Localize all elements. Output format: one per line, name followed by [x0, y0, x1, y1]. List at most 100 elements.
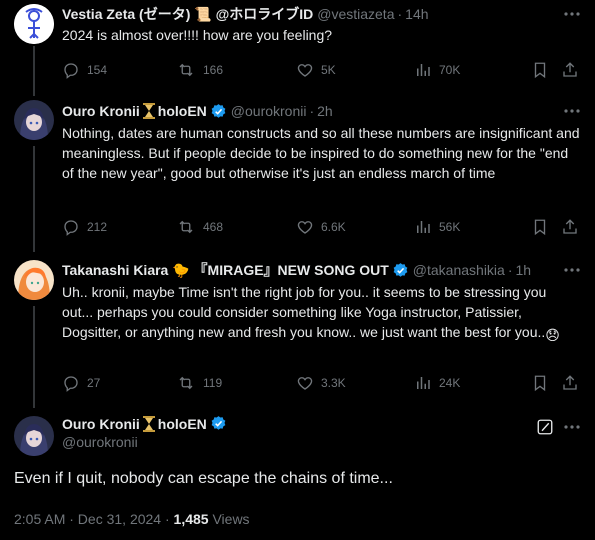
- separator-dot: ·: [397, 6, 403, 22]
- timestamp[interactable]: 14h: [405, 6, 428, 22]
- share-icon: [563, 62, 577, 77]
- heart-icon: [297, 221, 313, 234]
- tweet-header: Vestia Zeta (ゼータ) 📜 @ホロライブID @vestiazeta…: [62, 4, 555, 24]
- tweet-text: Uh.. kronii, maybe Time isn't the right …: [62, 282, 581, 345]
- more-options-icon[interactable]: [563, 5, 581, 23]
- thread-line: [33, 46, 35, 96]
- bookmark-icon: [534, 219, 546, 236]
- timestamp[interactable]: 2:05 AM · Dec 31, 2024 ·: [14, 511, 174, 527]
- main-tweet-text: Even if I quit, nobody can escape the ch…: [14, 470, 393, 487]
- verified-badge-icon: [210, 415, 227, 432]
- repost-count: 119: [203, 376, 223, 390]
- main-display-name-row[interactable]: Ouro Kronii holoEN: [62, 415, 227, 432]
- like-button[interactable]: 3.3K: [296, 373, 346, 393]
- hourglass-icon: [142, 415, 156, 432]
- views-icon: [417, 64, 430, 76]
- thread-line: [33, 306, 35, 408]
- like-count: 6.6K: [321, 220, 346, 234]
- thread-line: [33, 146, 35, 252]
- repost-button[interactable]: 468: [176, 217, 223, 237]
- separator-dot: ·: [309, 103, 315, 119]
- repost-icon: [179, 220, 193, 234]
- hourglass-icon: [142, 103, 156, 119]
- tweet-meta: 2:05 AM · Dec 31, 2024 · 1,485 Views: [14, 511, 250, 527]
- reply-icon: [64, 376, 78, 392]
- action-bar: 212 468 6.6K 56K: [62, 217, 581, 237]
- more-options-icon[interactable]: [563, 261, 581, 279]
- display-name-suffix: holoEN: [157, 103, 207, 119]
- views-count: 24K: [439, 376, 461, 390]
- views-button[interactable]: 70K: [414, 60, 460, 80]
- avatar-kronii[interactable]: [14, 100, 54, 140]
- views-count: 1,485: [173, 511, 209, 527]
- like-button[interactable]: 6.6K: [296, 217, 346, 237]
- verified-badge-icon: [210, 103, 227, 120]
- avatar-vestia[interactable]: [14, 4, 54, 44]
- timestamp[interactable]: 1h: [516, 262, 532, 278]
- display-name[interactable]: Vestia Zeta (ゼータ) 📜 @ホロライブID: [62, 4, 313, 24]
- tweet-text: Nothing, dates are human constructs and …: [62, 125, 580, 181]
- display-name[interactable]: Ouro Kronii: [62, 416, 140, 432]
- bookmark-button[interactable]: [531, 60, 549, 80]
- like-count: 3.3K: [321, 376, 346, 390]
- reply-icon: [64, 63, 78, 79]
- repost-icon: [179, 376, 193, 390]
- thread: Vestia Zeta (ゼータ) 📜 @ホロライブID @vestiazeta…: [0, 0, 595, 540]
- views-icon: [417, 221, 430, 233]
- views-label: Views: [208, 511, 250, 527]
- display-name[interactable]: Ouro Kronii: [62, 103, 140, 119]
- action-bar: 154 166 5K 70K: [62, 60, 581, 80]
- handle[interactable]: @takanashikia: [413, 262, 505, 278]
- main-tweet-header: Ouro Kronii holoEN @ourokronii: [62, 415, 227, 450]
- avatar-kiara[interactable]: [14, 260, 54, 300]
- bookmark-icon: [534, 62, 546, 79]
- views-icon: [417, 377, 430, 389]
- disappointed-face-emoji: 😞: [545, 327, 560, 343]
- handle[interactable]: @ourokronii: [62, 434, 227, 450]
- grok-icon[interactable]: [536, 418, 554, 436]
- display-name[interactable]: Takanashi Kiara 🐤 『MIRAGE』NEW SONG OUT: [62, 260, 389, 280]
- handle[interactable]: @vestiazeta: [317, 6, 394, 22]
- like-button[interactable]: 5K: [296, 60, 336, 80]
- tweet-header: Takanashi Kiara 🐤 『MIRAGE』NEW SONG OUT @…: [62, 260, 555, 280]
- share-icon: [563, 375, 577, 390]
- heart-icon: [297, 64, 313, 77]
- timestamp[interactable]: 2h: [317, 103, 333, 119]
- heart-icon: [297, 377, 313, 390]
- tweet-text-content: Uh.. kronii, maybe Time isn't the right …: [62, 284, 547, 340]
- tweet-text: 2024 is almost over!!!! how are you feel…: [62, 27, 333, 43]
- reply-button[interactable]: 154: [62, 60, 107, 80]
- views-count: 70K: [439, 63, 461, 77]
- reply-count: 212: [87, 220, 108, 234]
- repost-count: 166: [203, 63, 224, 77]
- repost-button[interactable]: 119: [176, 373, 222, 393]
- reply-count: 27: [87, 376, 101, 390]
- views-button[interactable]: 56K: [414, 217, 460, 237]
- bookmark-icon: [534, 375, 546, 392]
- share-icon: [563, 219, 577, 234]
- avatar-kronii-main[interactable]: [14, 416, 54, 456]
- separator-dot: ·: [507, 262, 513, 278]
- share-button[interactable]: [561, 217, 579, 237]
- more-options-icon[interactable]: [563, 418, 581, 436]
- views-count: 56K: [439, 220, 461, 234]
- reply-icon: [64, 220, 78, 236]
- views-button[interactable]: 24K: [414, 373, 460, 393]
- repost-button[interactable]: 166: [176, 60, 223, 80]
- reply-button[interactable]: 27: [62, 373, 100, 393]
- repost-icon: [179, 63, 193, 77]
- share-button[interactable]: [561, 373, 579, 393]
- share-button[interactable]: [561, 60, 579, 80]
- verified-badge-icon: [392, 262, 409, 279]
- display-name-suffix: holoEN: [157, 415, 207, 432]
- reply-button[interactable]: 212: [62, 217, 107, 237]
- bookmark-button[interactable]: [531, 217, 549, 237]
- handle[interactable]: @ourokronii: [231, 103, 307, 119]
- more-options-icon[interactable]: [563, 102, 581, 120]
- repost-count: 468: [203, 220, 224, 234]
- tweet-header: Ouro Kronii holoEN @ourokronii · 2h: [62, 101, 555, 121]
- bookmark-button[interactable]: [531, 373, 549, 393]
- reply-count: 154: [87, 63, 108, 77]
- like-count: 5K: [321, 63, 336, 77]
- action-bar: 27 119 3.3K 24K: [62, 373, 581, 393]
